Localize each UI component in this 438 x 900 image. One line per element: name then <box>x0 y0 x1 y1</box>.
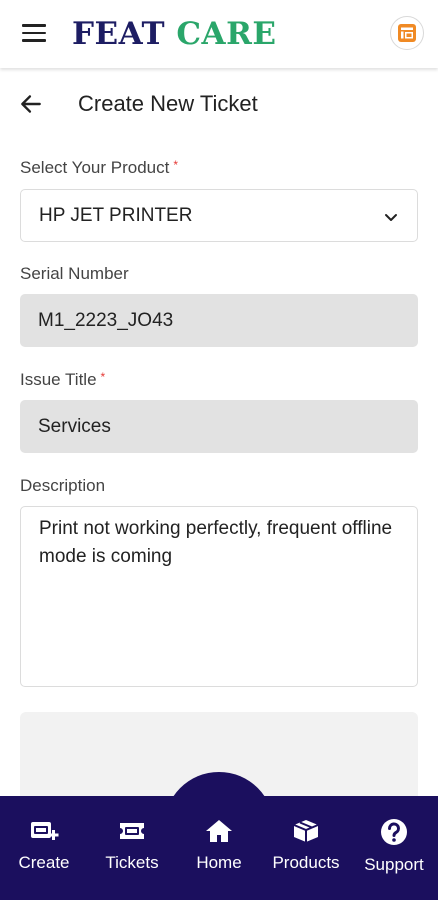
profile-logo-icon <box>398 24 416 42</box>
serial-number-value: M1_2223_JO43 <box>38 310 174 331</box>
bottom-navigation: Create Tickets Home Products Support <box>0 796 438 900</box>
nav-support-label: Support <box>364 855 424 874</box>
description-label: Description <box>20 476 105 496</box>
serial-number-field[interactable]: M1_2223_JO43 <box>20 294 418 347</box>
issue-label: Issue Title * <box>20 370 105 390</box>
nav-tickets[interactable]: Tickets <box>88 818 176 873</box>
app-logo: FEAT CARE <box>72 16 276 52</box>
required-marker: * <box>173 158 178 172</box>
serial-label-text: Serial Number <box>20 264 129 283</box>
home-icon <box>206 820 232 842</box>
logo-text-care: CARE <box>176 16 277 52</box>
issue-title-field[interactable]: Services <box>20 400 418 453</box>
nav-create[interactable]: Create <box>0 818 88 873</box>
nav-products[interactable]: Products <box>262 818 350 873</box>
nav-home[interactable]: Home <box>175 818 263 873</box>
description-label-text: Description <box>20 476 106 495</box>
back-arrow-icon[interactable] <box>18 91 44 117</box>
issue-title-value: Services <box>38 416 111 437</box>
nav-tickets-label: Tickets <box>105 853 159 872</box>
box-icon <box>293 820 319 842</box>
page-title: Create New Ticket <box>78 91 258 116</box>
nav-home-label: Home <box>196 853 242 872</box>
nav-create-label: Create <box>18 853 70 872</box>
product-label-text: Select Your Product <box>20 158 170 177</box>
nav-support[interactable]: Support <box>350 818 438 875</box>
menu-icon[interactable] <box>22 24 46 44</box>
ticket-icon <box>120 823 144 839</box>
serial-label: Serial Number <box>20 264 129 284</box>
help-icon <box>381 819 407 845</box>
profile-avatar[interactable] <box>390 16 424 50</box>
description-textarea[interactable]: Print not working perfectly, frequent of… <box>20 506 418 687</box>
product-select[interactable]: HP JET PRINTER <box>20 189 418 242</box>
nav-products-label: Products <box>272 853 340 872</box>
app-bar: FEAT CARE <box>0 0 438 68</box>
logo-text-feat: FEAT <box>72 16 166 52</box>
issue-label-text: Issue Title <box>20 370 97 389</box>
product-select-value: HP JET PRINTER <box>39 205 193 226</box>
product-label: Select Your Product * <box>20 158 178 178</box>
page-header: Create New Ticket <box>0 80 438 128</box>
required-marker: * <box>100 370 106 384</box>
create-ticket-icon <box>31 822 59 840</box>
chevron-down-icon <box>385 214 397 221</box>
